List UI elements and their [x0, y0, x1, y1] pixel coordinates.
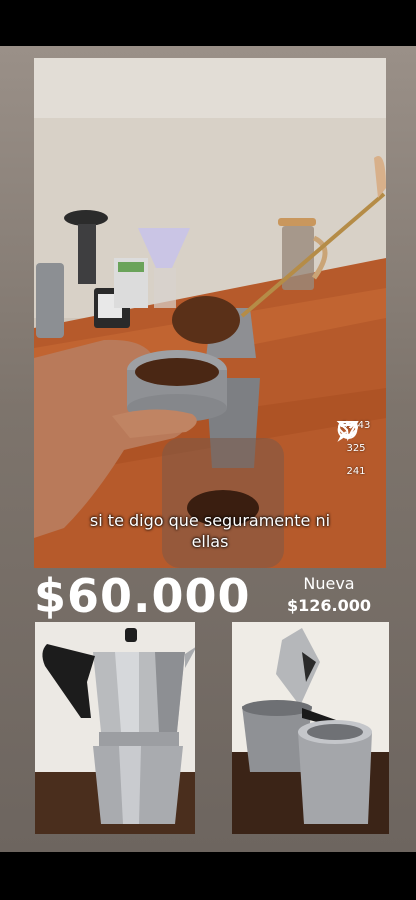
new-price-value: $126.000	[286, 596, 371, 615]
repost-count: 241	[346, 466, 366, 477]
listing-price: $60.000	[34, 569, 251, 623]
repost-button[interactable]: 241	[341, 421, 366, 477]
top-bar	[0, 0, 416, 46]
action-rail: 9.443 325 241	[336, 418, 376, 497]
video-scene	[34, 58, 386, 568]
new-price-label: Nueva	[303, 574, 355, 593]
subtitle-line-1: si te digo que seguramente ni	[89, 511, 331, 530]
product-photo-1[interactable]	[35, 622, 195, 834]
video-subtitle: si te digo que seguramente ni ellas	[34, 510, 386, 552]
bottom-bar	[0, 852, 416, 900]
moka-pot-open-image	[232, 622, 389, 834]
moka-pot-image	[35, 622, 195, 834]
subtitle-line-2: ellas	[191, 532, 229, 551]
comment-count: 325	[346, 443, 366, 454]
video-frame[interactable]: 9.443 325 241 si te digo que seguramente…	[34, 58, 386, 568]
product-photo-2[interactable]	[232, 622, 389, 834]
comment-button[interactable]: 325	[337, 420, 366, 454]
share-icon	[336, 421, 359, 442]
